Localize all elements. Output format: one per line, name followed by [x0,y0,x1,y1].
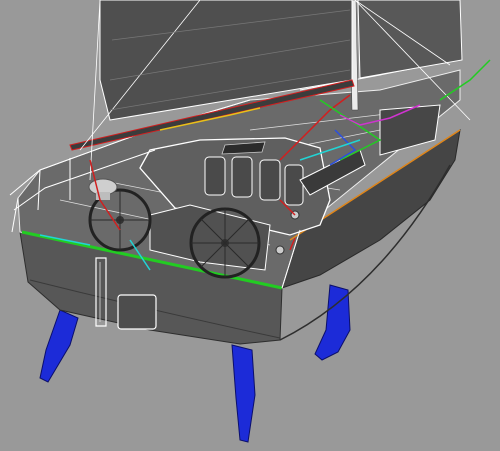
jib [357,0,463,79]
3d-model-viewport[interactable] [0,0,500,451]
keel-fin [231,344,256,443]
winch-icon[interactable] [275,245,285,255]
rudder-port [39,309,79,383]
sailboat-model [9,0,491,443]
